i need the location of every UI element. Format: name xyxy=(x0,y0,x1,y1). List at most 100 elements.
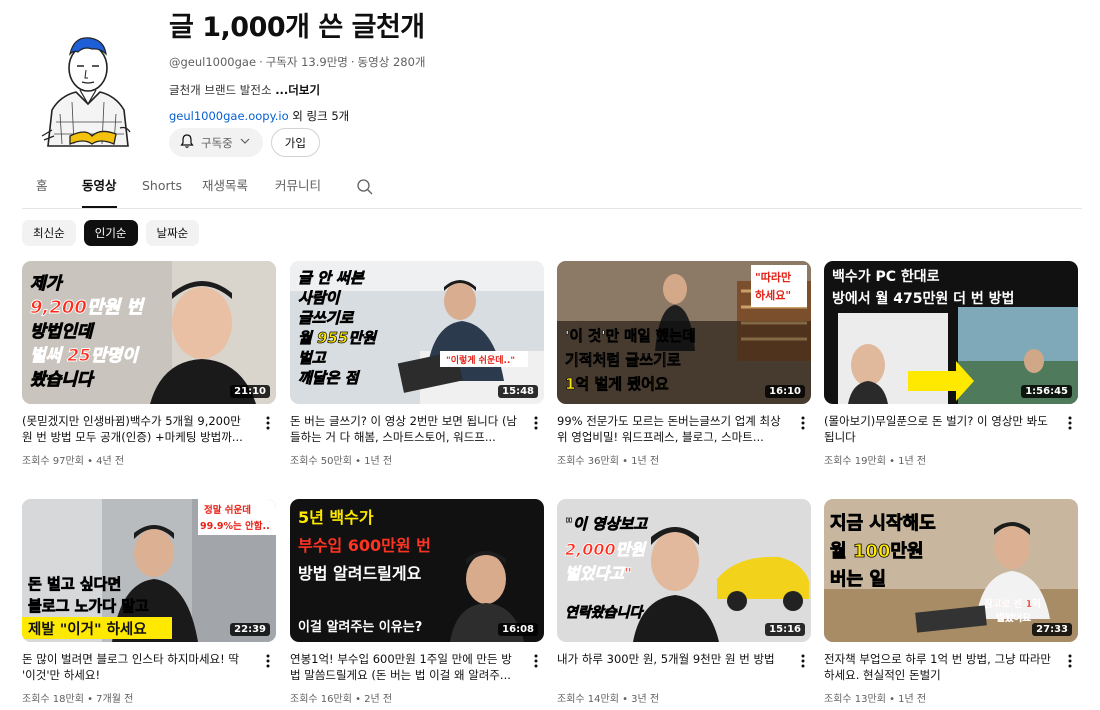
video-stats: 조회수 97만회 • 4년 전 xyxy=(22,456,125,467)
search-icon[interactable] xyxy=(356,178,374,200)
video-thumbnail[interactable]: 제가 9,200만원 번 방법인데 벌써 25만명이 봤습니다 21:10 xyxy=(22,261,276,404)
thumb-text: "따라만 xyxy=(755,270,791,284)
video-card[interactable]: "이 영상보고 2,000만원 벌었다고" 연락왔습니다 15:16 내가 하루… xyxy=(557,499,811,705)
thumb-text: 연락왔습니다 xyxy=(565,605,644,621)
channel-handle: @geul1000gae xyxy=(169,55,257,69)
thumb-text: 봤습니다 xyxy=(30,370,95,390)
video-stats: 조회수 14만회 • 3년 전 xyxy=(557,694,660,705)
more-vert-icon[interactable] xyxy=(1064,653,1076,669)
tab-home[interactable]: 홈 xyxy=(36,170,48,206)
thumb-text: 깨달은 점 xyxy=(298,369,361,387)
tab-shorts[interactable]: Shorts xyxy=(142,170,182,206)
channel-avatar[interactable] xyxy=(30,18,148,148)
thumb-text: 부수입 600만원 번 xyxy=(298,536,431,555)
video-duration: 1:56:45 xyxy=(1021,385,1072,398)
video-duration: 21:10 xyxy=(230,385,270,398)
subscribe-button[interactable]: 구독중 xyxy=(169,128,263,157)
chip-latest[interactable]: 최신순 xyxy=(22,220,76,246)
thumb-text: 정말 쉬운데 xyxy=(204,504,251,516)
thumb-text: 이걸 알려주는 이유는? xyxy=(298,619,422,635)
video-card[interactable]: 제가 9,200만원 번 방법인데 벌써 25만명이 봤습니다 21:10 (못… xyxy=(22,261,276,467)
video-title[interactable]: 돈 버는 글쓰기? 이 영상 2번만 보면 됩니다 (남들하는 거 다 해봄, … xyxy=(290,413,518,445)
channel-name: 글 1,000개 쓴 글천개 xyxy=(169,12,425,43)
video-stats: 조회수 36만회 • 1년 전 xyxy=(557,456,660,467)
thumb-text: 9,200만원 번 xyxy=(30,297,145,318)
video-thumbnail[interactable]: 정말 쉬운데 99.9%는 안함.. 돈 벌고 싶다면 블로그 노가다 말고 제… xyxy=(22,499,276,642)
more-vert-icon[interactable] xyxy=(1064,415,1076,431)
video-stats: 조회수 50만회 • 1년 전 xyxy=(290,456,393,467)
thumb-text: 글 안 써본 xyxy=(298,269,365,287)
video-card[interactable]: 5년 백수가 부수입 600만원 번 방법 알려드릴게요 이걸 알려주는 이유는… xyxy=(290,499,544,705)
thumb-text: "이 영상보고 xyxy=(565,515,648,533)
video-duration: 27:33 xyxy=(1032,623,1072,636)
thumb-text: '이 것'만 매일 했는데 xyxy=(565,328,696,345)
video-title[interactable]: (몰아보기)무일푼으로 돈 벌기? 이 영상만 봐도 됩니다 xyxy=(824,413,1052,445)
video-card[interactable]: 정말 쉬운데 99.9%는 안함.. 돈 벌고 싶다면 블로그 노가다 말고 제… xyxy=(22,499,276,705)
video-title[interactable]: 돈 많이 벌려면 블로그 인스타 하지마세요! 딱 '이것'만 하세요! xyxy=(22,651,250,683)
thumb-text: 1억 벌게 됐어요 xyxy=(565,375,669,393)
thumb-text: 백수가 PC 한대로 xyxy=(832,269,940,285)
more-vert-icon[interactable] xyxy=(530,653,542,669)
join-button[interactable]: 가입 xyxy=(270,128,320,157)
thumb-text: 하세요" xyxy=(755,288,791,302)
thumb-text: 방에서 월 475만원 더 번 방법 xyxy=(832,290,1014,307)
video-thumbnail[interactable]: 글 안 써본 사람이 글쓰기로 월 955만원 벌고 깨달은 점 "이렇게 쉬운… xyxy=(290,261,544,404)
channel-meta: @geul1000gae · 구독자 13.9만명 · 동영상 280개 xyxy=(169,54,425,70)
thumb-text: 방법인데 xyxy=(30,322,95,342)
description-text: 글천개 브랜드 발전소 xyxy=(169,83,276,97)
video-title[interactable]: 99% 전문가도 모르는 돈버는글쓰기 업계 최상위 영업비밀! 워드프레스, … xyxy=(557,413,785,445)
video-thumbnail[interactable]: "이 영상보고 2,000만원 벌었다고" 연락왔습니다 15:16 xyxy=(557,499,811,642)
sort-chips: 최신순 인기순 날짜순 xyxy=(22,220,200,246)
channel-tabs: 홈 동영상 Shorts 재생목록 커뮤니티 xyxy=(22,170,1082,209)
video-duration: 15:16 xyxy=(765,623,805,636)
thumb-text: 기적처럼 글쓰기로 xyxy=(565,351,681,369)
thumb-text: 사람이 xyxy=(298,289,342,307)
thumb-text: 2,000만원 xyxy=(565,540,647,559)
video-duration: 22:39 xyxy=(230,623,270,636)
channel-header: 글 1,000개 쓴 글천개 @geul1000gae · 구독자 13.9만명 · 동… xyxy=(22,8,1082,158)
thumb-text: 지금 시작해도 xyxy=(830,513,936,534)
channel-description[interactable]: 글천개 브랜드 발전소 ...더보기 xyxy=(169,82,425,98)
video-title[interactable]: 내가 하루 300만 원, 5개월 9천만 원 번 방법 xyxy=(557,651,785,683)
video-card[interactable]: 지금 시작해도 월 100만원 버는 일 참고로 전 1억 벌었어요 27:33… xyxy=(824,499,1078,705)
video-title[interactable]: 전자책 부업으로 하루 1억 번 방법, 그냥 따라만 하세요. 현실적인 돈벌… xyxy=(824,651,1052,683)
thumb-text: 버는 일 xyxy=(830,569,886,590)
chip-popular[interactable]: 인기순 xyxy=(83,220,138,246)
tab-playlists[interactable]: 재생목록 xyxy=(202,170,248,206)
thumb-text: 벌써 25만명이 xyxy=(30,346,140,366)
thumb-text: "이렇게 쉬운데.." xyxy=(446,354,515,366)
more-vert-icon[interactable] xyxy=(530,415,542,431)
video-title[interactable]: (못믿겠지만 인생바뀜)백수가 5개월 9,200만원 번 방법 모두 공개(인… xyxy=(22,413,250,445)
more-vert-icon[interactable] xyxy=(797,415,809,431)
video-duration: 15:48 xyxy=(498,385,538,398)
thumb-text: 5년 백수가 xyxy=(298,508,374,527)
video-stats: 조회수 13만회 • 1년 전 xyxy=(824,694,927,705)
bell-icon xyxy=(179,133,195,152)
channel-links: geul1000gae.oopy.io 외 링크 5개 xyxy=(169,108,425,124)
video-thumbnail[interactable]: 5년 백수가 부수입 600만원 번 방법 알려드릴게요 이걸 알려주는 이유는… xyxy=(290,499,544,642)
more-vert-icon[interactable] xyxy=(262,653,274,669)
more-vert-icon[interactable] xyxy=(262,415,274,431)
more-links-text[interactable]: 외 링크 5개 xyxy=(289,109,349,123)
video-thumbnail[interactable]: "따라만 하세요" '이 것'만 매일 했는데 기적처럼 글쓰기로 1억 벌게 … xyxy=(557,261,811,404)
video-stats: 조회수 19만회 • 1년 전 xyxy=(824,456,927,467)
thumb-text: 월 955만원 xyxy=(298,329,378,347)
channel-link[interactable]: geul1000gae.oopy.io xyxy=(169,109,289,123)
video-card[interactable]: 글 안 써본 사람이 글쓰기로 월 955만원 벌고 깨달은 점 "이렇게 쉬운… xyxy=(290,261,544,467)
video-card[interactable]: 백수가 PC 한대로 방에서 월 475만원 더 번 방법 1:56:45 (몰… xyxy=(824,261,1078,467)
video-title[interactable]: 연봉1억! 부수입 600만원 1주일 만에 만든 방법 말씀드릴게요 (돈 버… xyxy=(290,651,518,683)
video-thumbnail[interactable]: 지금 시작해도 월 100만원 버는 일 참고로 전 1억 벌었어요 27:33 xyxy=(824,499,1078,642)
video-thumbnail[interactable]: 백수가 PC 한대로 방에서 월 475만원 더 번 방법 1:56:45 xyxy=(824,261,1078,404)
thumb-text: 제가 xyxy=(30,274,64,294)
video-card[interactable]: "따라만 하세요" '이 것'만 매일 했는데 기적처럼 글쓰기로 1억 벌게 … xyxy=(557,261,811,467)
tab-videos[interactable]: 동영상 xyxy=(82,170,117,208)
tab-community[interactable]: 커뮤니티 xyxy=(275,170,321,206)
thumb-text: 벌고 xyxy=(298,349,327,367)
chip-oldest[interactable]: 날짜순 xyxy=(145,220,200,246)
more-vert-icon[interactable] xyxy=(797,653,809,669)
thumb-text: 벌었어요 xyxy=(996,612,1031,624)
video-duration: 16:10 xyxy=(765,385,805,398)
more-link[interactable]: ...더보기 xyxy=(275,83,320,97)
meta-separator: · xyxy=(259,55,263,69)
thumb-text: 방법 알려드릴게요 xyxy=(298,564,422,583)
